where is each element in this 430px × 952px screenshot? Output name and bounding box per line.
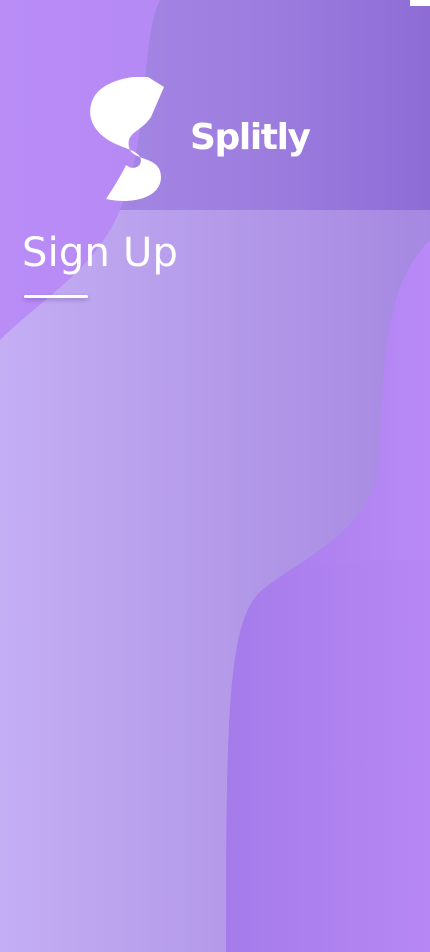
splitly-s-logo-icon xyxy=(90,77,164,201)
brand-name: Splitly xyxy=(190,117,311,158)
page-title: Sign Up xyxy=(22,230,179,276)
corner-indicator xyxy=(410,0,430,6)
signup-screen: Splitly Sign Up xyxy=(0,0,430,952)
title-underline xyxy=(24,295,88,298)
